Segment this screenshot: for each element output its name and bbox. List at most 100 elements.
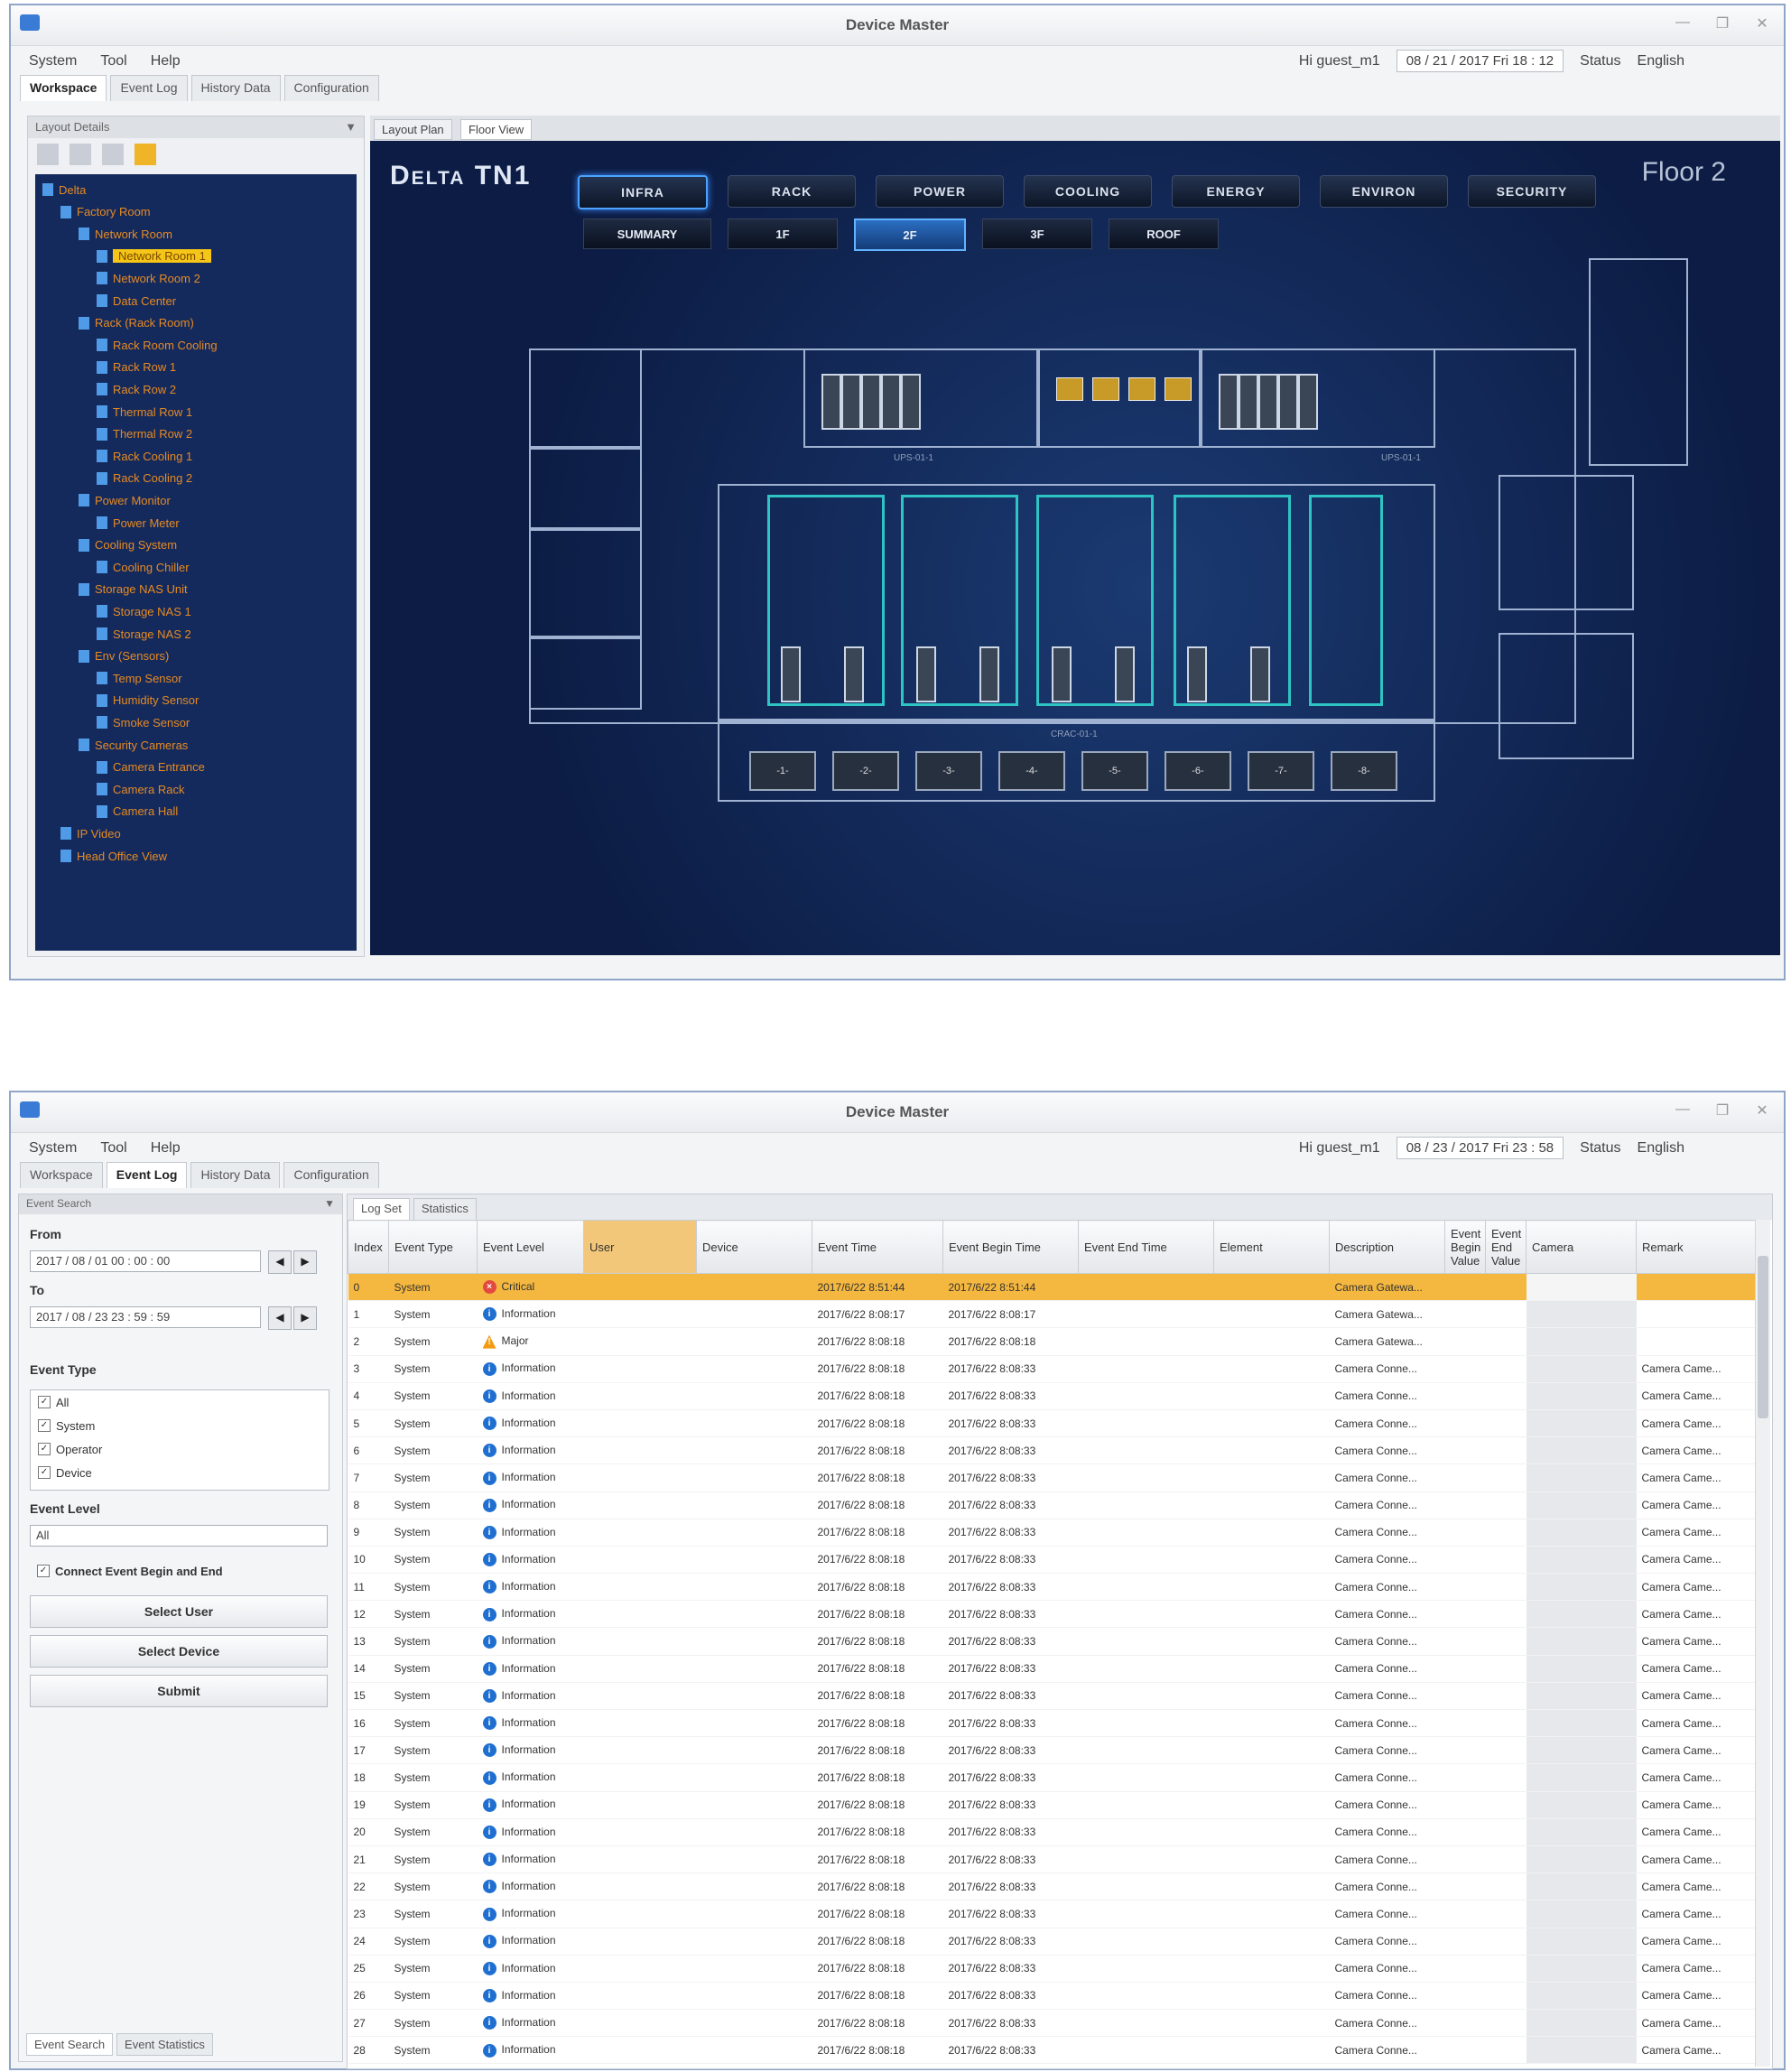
table-row[interactable]: 23 System i Information 2017/6/22 8:08:18 201… [348,1900,1757,1928]
cell-camera[interactable] [1526,2036,1637,2065]
checkbox-icon[interactable]: ✓ [38,1396,51,1408]
rack-cabinet[interactable] [1250,646,1270,702]
layout-icon[interactable] [135,144,156,165]
column-header[interactable]: Index [348,1220,389,1274]
tab-log-set[interactable]: Log Set [353,1198,410,1220]
maximize-icon[interactable]: ❐ [1712,14,1733,33]
table-row[interactable]: 13 System i Information 2017/6/22 8:08:18 201… [348,1627,1757,1656]
tab-configuration[interactable]: Configuration [283,1162,379,1188]
table-row[interactable]: 0 System × Critical 2017/6/22 8:51:44 2017/6/… [348,1273,1757,1302]
tab-statistics[interactable]: Statistics [413,1198,477,1220]
to-next-button[interactable]: ▶ [293,1306,317,1330]
tree-node[interactable]: Head Office View [60,848,167,864]
tree-node[interactable]: Thermal Row 1 [97,404,192,420]
table-row[interactable]: 11 System i Information 2017/6/22 8:08:18 201… [348,1573,1757,1602]
table-row[interactable]: 2 System! Major 2017/6/22 8:08:18 2017/6/22 … [348,1327,1757,1356]
tree-node[interactable]: Network Room 2 [97,270,200,286]
table-row[interactable]: 18 System i Information 2017/6/22 8:08:18 201… [348,1763,1757,1792]
table-row[interactable]: 22 System i Information 2017/6/22 8:08:18 201… [348,1872,1757,1901]
table-row[interactable]: 7 System i Information 2017/6/22 8:08:18 2017… [348,1463,1757,1492]
table-row[interactable]: 4 System i Information 2017/6/22 8:08:18 2017… [348,1382,1757,1410]
crac-unit[interactable]: -3- [915,751,982,791]
from-next-button[interactable]: ▶ [293,1250,317,1274]
rack-cabinet[interactable] [1052,646,1072,702]
tab-history-data[interactable]: History Data [190,1162,281,1188]
category-button-security[interactable]: SECURITY [1468,175,1596,208]
tree-node[interactable]: Rack Cooling 2 [97,470,192,487]
cell-camera[interactable] [1526,2009,1637,2038]
connect-begin-end-checkbox[interactable]: ✓ Connect Event Begin and End [30,1559,223,1583]
table-row[interactable]: 20 System i Information 2017/6/22 8:08:18 201… [348,1818,1757,1846]
column-header[interactable]: User [583,1220,697,1274]
tree-node[interactable]: Rack Room Cooling [97,337,218,353]
table-row[interactable]: 24 System i Information 2017/6/22 8:08:18 201… [348,1928,1757,1956]
cell-camera[interactable] [1526,1872,1637,1901]
tree-node[interactable]: Camera Entrance [97,759,205,776]
table-row[interactable]: 26 System i Information 2017/6/22 8:08:18 201… [348,1982,1757,2011]
select-device-button[interactable]: Select Device [30,1635,328,1668]
cell-camera[interactable] [1526,1955,1637,1983]
floor-button-2f[interactable]: 2F [854,218,966,251]
rack-cabinet[interactable] [1239,374,1258,430]
column-header[interactable]: Element [1213,1220,1330,1274]
from-datetime-input[interactable]: 2017 / 08 / 01 00 : 00 : 00 [30,1250,261,1272]
event-type-all-checkbox[interactable]: ✓ All [31,1390,329,1414]
column-header[interactable]: Event Begin Value [1444,1220,1486,1274]
table-row[interactable]: 14 System i Information 2017/6/22 8:08:18 201… [348,1655,1757,1683]
crac-unit[interactable]: -1- [749,751,816,791]
cell-camera[interactable] [1526,1327,1637,1356]
cell-camera[interactable] [1526,1845,1637,1874]
cell-camera[interactable] [1526,1982,1637,2011]
rack-cabinet[interactable] [979,646,999,702]
tab-workspace[interactable]: Workspace [20,75,107,101]
cell-camera[interactable] [1526,1355,1637,1383]
rack-cabinet[interactable] [841,374,861,430]
floor-button-1f[interactable]: 1F [728,218,838,249]
table-row[interactable]: 25 System i Information 2017/6/22 8:08:18 201… [348,1955,1757,1983]
category-button-environ[interactable]: ENVIRON [1320,175,1448,208]
cell-camera[interactable] [1526,1436,1637,1465]
tree-node[interactable]: Power Meter [97,515,180,531]
tab-layout-plan[interactable]: Layout Plan [374,119,452,140]
rack-cabinet[interactable] [1187,646,1207,702]
event-type-operator-checkbox[interactable]: ✓ Operator [31,1437,329,1461]
ups-module[interactable] [1092,377,1119,401]
cell-camera[interactable] [1526,1300,1637,1329]
rack-cabinet[interactable] [901,374,921,430]
crac-unit[interactable]: -5- [1081,751,1148,791]
tree-node[interactable]: Network Room 1 [97,248,211,265]
select-user-button[interactable]: Select User [30,1595,328,1628]
tree-node[interactable]: Rack Row 2 [97,381,176,397]
minimize-icon[interactable]: — [1672,1101,1694,1120]
column-header[interactable]: Event Begin Time [942,1220,1079,1274]
column-header[interactable]: Remark [1636,1220,1757,1274]
ups-module[interactable] [1165,377,1192,401]
tree-node[interactable]: Data Center [97,293,176,309]
cell-camera[interactable] [1526,1519,1637,1547]
tab-history-data[interactable]: History Data [190,75,281,101]
floor-button-3f[interactable]: 3F [982,218,1092,249]
tab-event-log[interactable]: Event Log [106,1162,188,1188]
language-select[interactable]: English [1638,1140,1684,1157]
category-button-energy[interactable]: ENERGY [1172,175,1300,208]
column-header[interactable]: Event Time [812,1220,943,1274]
cell-camera[interactable] [1526,1382,1637,1410]
rack-cabinet[interactable] [1115,646,1135,702]
table-row[interactable]: 6 System i Information 2017/6/22 8:08:18 2017… [348,1436,1757,1465]
tab-workspace[interactable]: Workspace [20,1162,103,1188]
cell-camera[interactable] [1526,1491,1637,1519]
table-row[interactable]: 5 System i Information 2017/6/22 8:08:18 2017… [348,1409,1757,1438]
tree-node[interactable]: Rack Row 1 [97,359,176,376]
table-row[interactable]: 19 System i Information 2017/6/22 8:08:18 201… [348,1791,1757,1819]
cell-camera[interactable] [1526,1818,1637,1846]
rack-cabinet[interactable] [1298,374,1318,430]
cell-camera[interactable] [1526,1409,1637,1438]
category-button-cooling[interactable]: COOLING [1024,175,1152,208]
menu-help[interactable]: Help [151,1140,181,1157]
cold-aisle-5[interactable] [1309,495,1383,706]
column-header[interactable]: Device [696,1220,812,1274]
tab-configuration[interactable]: Configuration [283,75,379,101]
tree-node[interactable]: Camera Hall [97,804,178,820]
crac-unit[interactable]: -6- [1165,751,1231,791]
to-prev-button[interactable]: ◀ [268,1306,292,1330]
